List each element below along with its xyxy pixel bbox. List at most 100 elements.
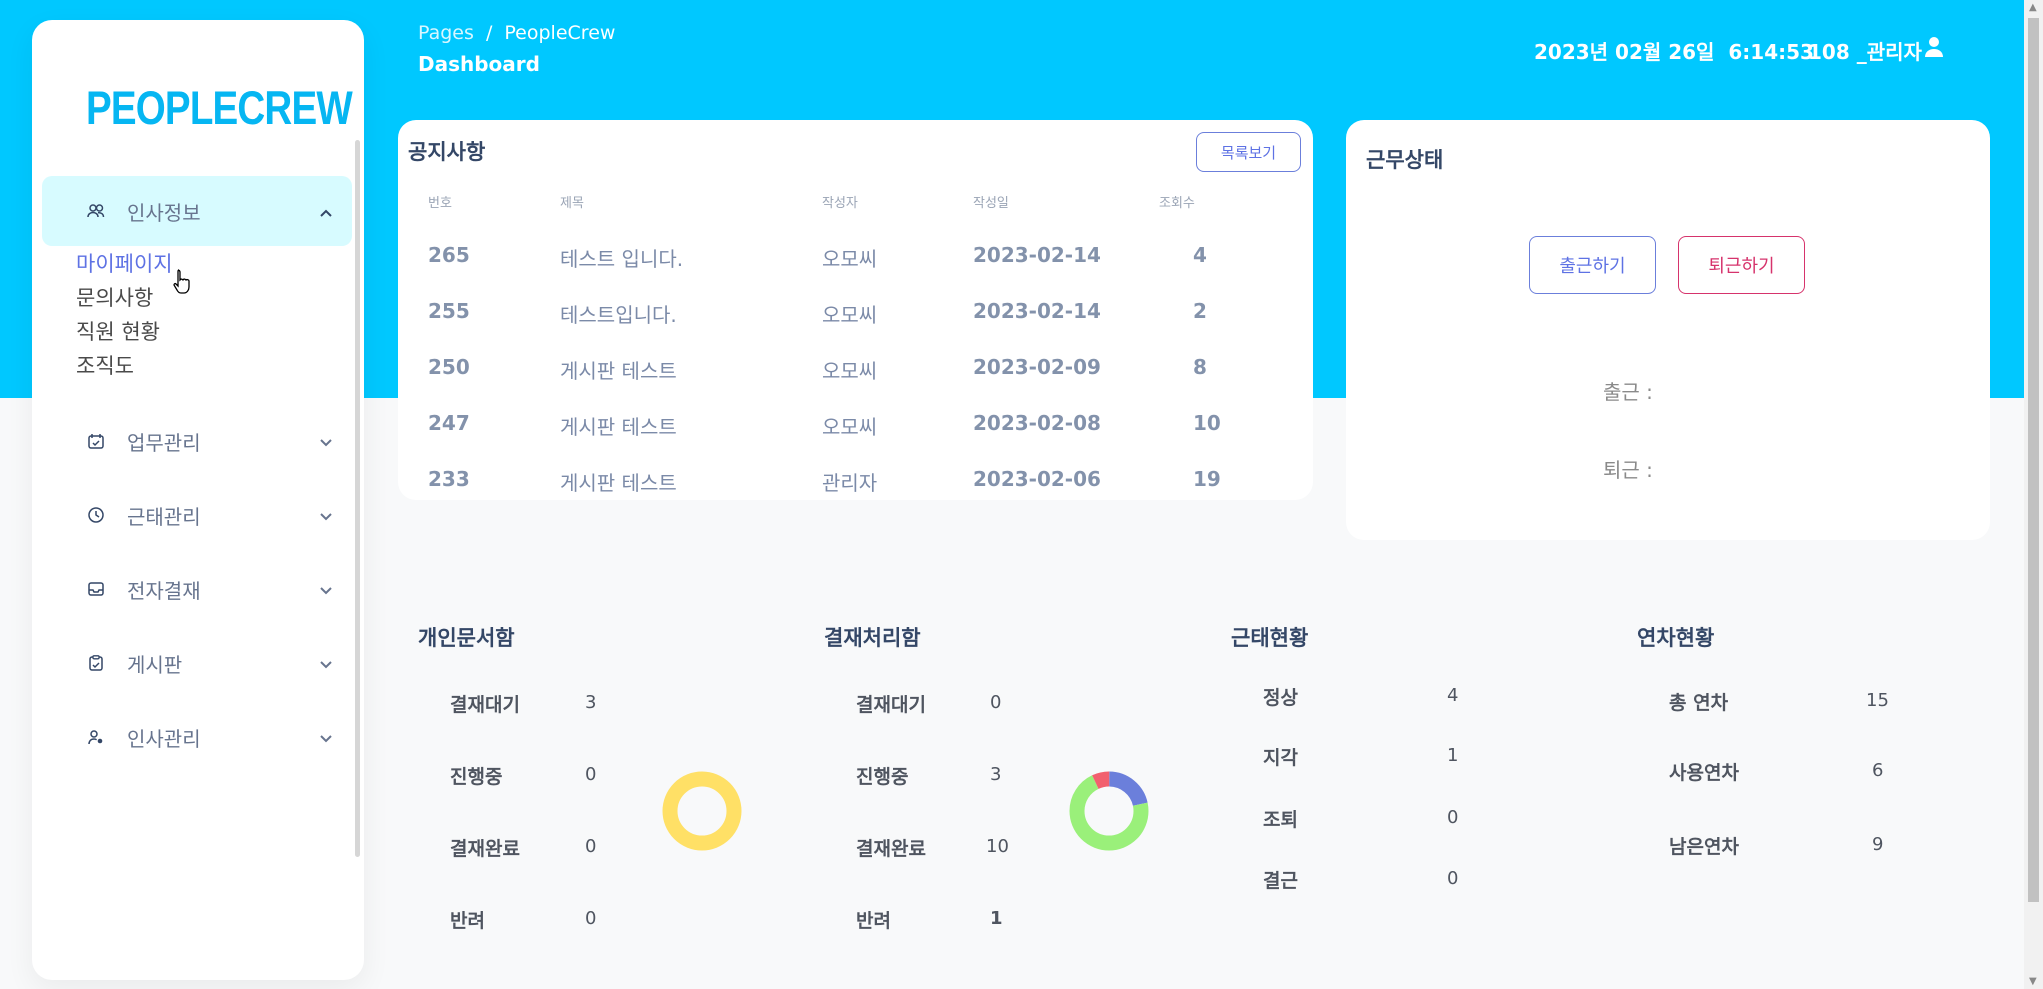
- scrollbar-thumb[interactable]: [2028, 18, 2039, 902]
- stat-label: 결재대기: [856, 694, 926, 716]
- row-number: 250: [428, 355, 470, 379]
- stat-label: 정상: [1263, 687, 1298, 709]
- stat-value: 3: [990, 764, 1002, 785]
- user-icon[interactable]: [1924, 36, 1944, 58]
- stat-label: 진행중: [856, 766, 909, 788]
- stat-label: 남은연차: [1669, 836, 1739, 858]
- stat-label: 반려: [856, 910, 891, 932]
- user-gear-icon: [86, 727, 106, 747]
- approval-box-donut: [1069, 771, 1149, 851]
- sidebar-item-hr-mgmt[interactable]: 인사관리: [42, 707, 352, 767]
- stat-value: 10: [986, 836, 1009, 857]
- row-views: 8: [1193, 355, 1207, 379]
- brand-logo[interactable]: PEOPLECREW: [86, 80, 353, 135]
- stat-value: 0: [1447, 807, 1459, 828]
- row-date: 2023-02-09: [973, 355, 1101, 379]
- sub-item-org-chart[interactable]: 조직도: [76, 350, 134, 380]
- work-status-title: 근무상태: [1366, 148, 1444, 172]
- row-author: 오모씨: [822, 303, 878, 327]
- list-view-button[interactable]: 목록보기: [1196, 132, 1301, 172]
- user-name[interactable]: 108 _관리자: [1808, 36, 1922, 65]
- stat-value: 0: [585, 836, 597, 857]
- chevron-down-icon: [320, 432, 332, 451]
- donut-slice-결재대기: [662, 771, 742, 851]
- chevron-down-icon: [320, 506, 332, 525]
- stat-value: 0: [585, 908, 597, 929]
- row-title[interactable]: 테스트 입니다.: [560, 243, 683, 272]
- stat-label: 결재완료: [856, 838, 926, 860]
- hand-cursor-icon: [173, 269, 190, 294]
- clock-in-button[interactable]: 출근하기: [1529, 236, 1656, 294]
- inbox-icon: [86, 579, 106, 599]
- row-number: 233: [428, 467, 470, 491]
- row-title[interactable]: 게시판 테스트: [560, 411, 677, 440]
- sub-item-inquiry[interactable]: 문의사항: [76, 282, 153, 312]
- sub-item-staff-status[interactable]: 직원 현황: [76, 316, 160, 346]
- clock-out-label: 퇴근 :: [1603, 458, 1653, 482]
- row-title[interactable]: 게시판 테스트: [560, 467, 677, 496]
- row-number: 247: [428, 411, 470, 435]
- sidebar-item-label: 전자결재: [127, 578, 201, 603]
- row-author: 관리자: [822, 471, 878, 495]
- stat-label: 결재완료: [450, 838, 520, 860]
- row-title[interactable]: 테스트입니다.: [560, 299, 677, 328]
- sidebar-item-task-mgmt[interactable]: 업무관리: [42, 411, 352, 471]
- row-date: 2023-02-06: [973, 467, 1101, 491]
- breadcrumb-root[interactable]: Pages: [418, 22, 474, 44]
- sidebar-item-attendance-mgmt[interactable]: 근태관리: [42, 485, 352, 545]
- row-date: 2023-02-14: [973, 243, 1101, 267]
- approval-box-title: 결재처리함: [824, 626, 921, 650]
- sidebar-item-label: 근태관리: [127, 504, 201, 529]
- row-views: 10: [1193, 411, 1221, 435]
- sidebar-scrollbar[interactable]: [355, 140, 360, 857]
- column-header-views: 조회수: [1159, 196, 1195, 211]
- sidebar-item-board[interactable]: 게시판: [42, 633, 352, 693]
- clock-in-label: 출근 :: [1603, 380, 1653, 404]
- breadcrumb: Pages / PeopleCrew: [418, 22, 615, 44]
- stat-label: 결재대기: [450, 694, 520, 716]
- attendance-title: 근태현황: [1231, 626, 1309, 650]
- stat-label: 결근: [1263, 870, 1298, 892]
- scroll-up-icon[interactable]: ▲: [2029, 2, 2037, 13]
- breadcrumb-separator: /: [485, 22, 493, 44]
- column-header-author: 작성자: [822, 196, 858, 211]
- column-header-number: 번호: [428, 196, 452, 211]
- page-scrollbar[interactable]: ▲ ▼: [2024, 0, 2043, 989]
- breadcrumb-current: PeopleCrew: [504, 22, 616, 44]
- row-number: 265: [428, 243, 470, 267]
- chevron-down-icon: [320, 728, 332, 747]
- stat-value: 0: [1447, 868, 1459, 889]
- sub-item-mypage[interactable]: 마이페이지: [76, 248, 173, 278]
- personal-docs-title: 개인문서함: [418, 626, 515, 650]
- stat-value: 15: [1866, 690, 1889, 711]
- stat-value: 4: [1447, 685, 1459, 706]
- row-author: 오모씨: [822, 247, 878, 271]
- row-views: 4: [1193, 243, 1207, 267]
- notice-title: 공지사항: [408, 140, 486, 164]
- stat-value: 0: [990, 692, 1002, 713]
- row-date: 2023-02-08: [973, 411, 1101, 435]
- clipboard-icon: [86, 653, 106, 673]
- stat-label: 진행중: [450, 766, 503, 788]
- row-author: 오모씨: [822, 359, 878, 383]
- sidebar-item-e-approval[interactable]: 전자결재: [42, 559, 352, 619]
- scroll-down-icon[interactable]: ▼: [2029, 976, 2037, 987]
- personal-docs-donut: [662, 771, 742, 851]
- stat-value: 1: [990, 908, 1003, 929]
- column-header-title: 제목: [560, 196, 584, 211]
- row-date: 2023-02-14: [973, 299, 1101, 323]
- sidebar-item-hr-info-row[interactable]: 인사정보: [42, 181, 352, 241]
- row-title[interactable]: 게시판 테스트: [560, 355, 677, 384]
- sidebar-item-label: 인사관리: [127, 726, 201, 751]
- column-header-date: 작성일: [973, 196, 1009, 211]
- stat-label: 지각: [1263, 747, 1298, 769]
- row-number: 255: [428, 299, 470, 323]
- calendar-check-icon: [86, 431, 106, 451]
- chevron-up-icon: [320, 202, 332, 221]
- chevron-down-icon: [320, 654, 332, 673]
- stat-value: 3: [585, 692, 597, 713]
- clock-out-button[interactable]: 퇴근하기: [1678, 236, 1805, 294]
- row-views: 19: [1193, 467, 1221, 491]
- stat-label: 조퇴: [1263, 809, 1298, 831]
- page-title: Dashboard: [418, 52, 540, 76]
